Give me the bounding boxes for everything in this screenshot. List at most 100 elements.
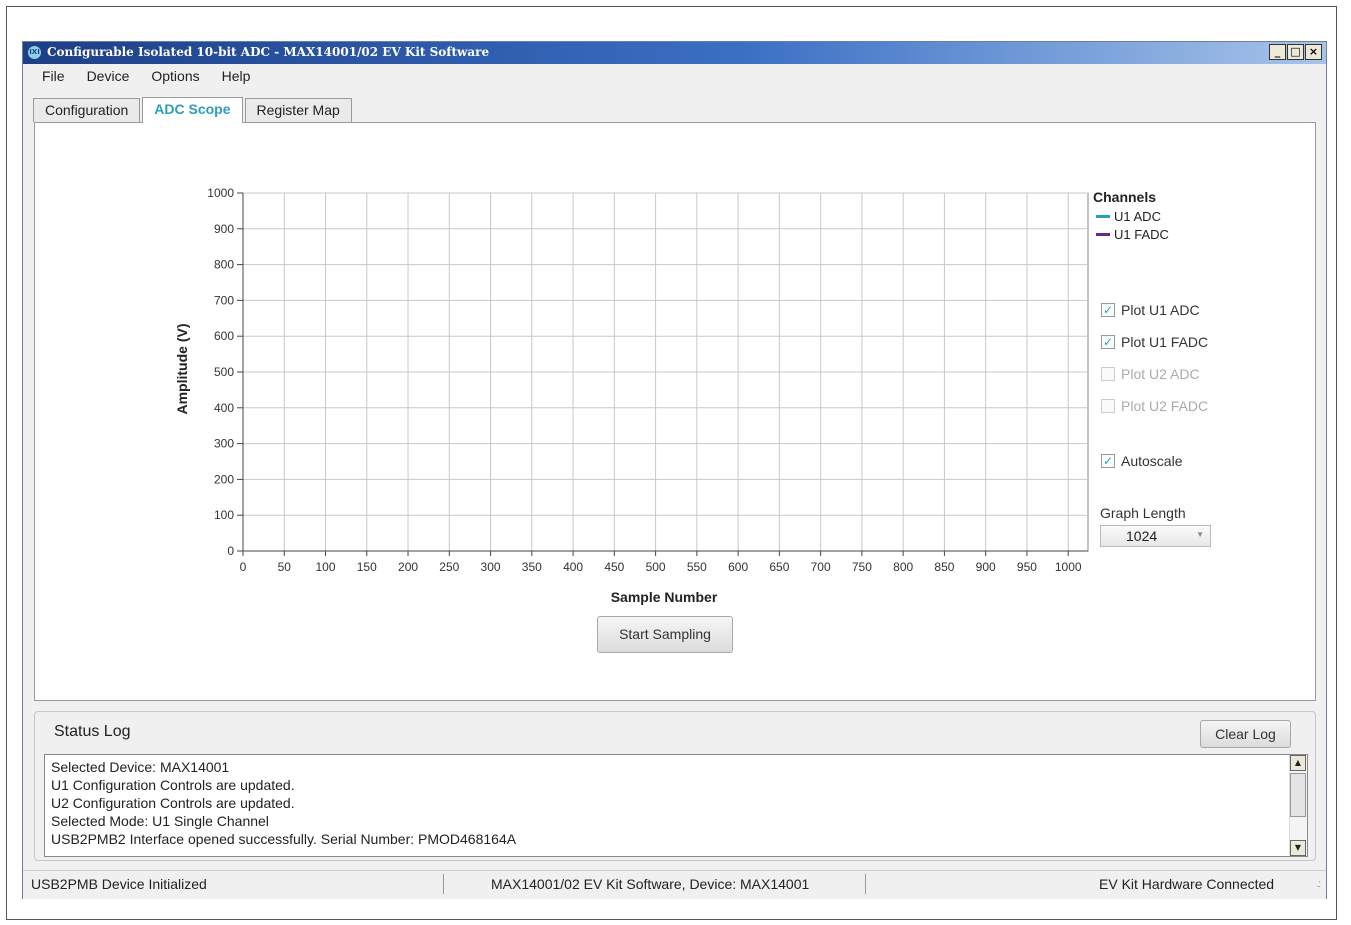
checkbox-label: Plot U1 FADC: [1121, 334, 1209, 350]
log-line: Selected Mode: U1 Single Channel: [51, 813, 269, 829]
menu-file[interactable]: File: [31, 64, 76, 88]
y-tick-label: 500: [214, 365, 234, 379]
log-line: USB2PMB2 Interface opened successfully. …: [51, 831, 517, 847]
plot-u1-fadc-checkbox[interactable]: ✓ Plot U1 FADC: [1101, 334, 1208, 350]
y-tick-label: 900: [214, 222, 234, 236]
x-tick-label: 1000: [1055, 560, 1082, 574]
x-tick-label: 400: [563, 560, 583, 574]
tab-register-map[interactable]: Register Map: [244, 98, 352, 122]
checkbox-box[interactable]: ✓: [1101, 454, 1115, 468]
legend-swatch: [1096, 215, 1110, 218]
x-tick-label: 450: [604, 560, 624, 574]
resize-grip-icon[interactable]: .:: [1316, 879, 1320, 890]
status-left: USB2PMB Device Initialized: [31, 876, 207, 892]
legend-item-u1-fadc: U1 FADC: [1096, 227, 1169, 242]
y-tick-label: 600: [214, 329, 234, 343]
x-tick-label: 950: [1017, 560, 1037, 574]
plot-u2-fadc-checkbox[interactable]: Plot U2 FADC: [1101, 398, 1208, 414]
checkbox-box[interactable]: [1101, 399, 1115, 413]
scroll-thumb[interactable]: [1290, 773, 1306, 817]
x-tick-label: 150: [357, 560, 377, 574]
tab-configuration[interactable]: Configuration: [33, 98, 141, 122]
clear-log-button[interactable]: Clear Log: [1200, 720, 1291, 748]
x-tick-label: 500: [646, 560, 666, 574]
graph-length-value: 1024: [1126, 528, 1158, 544]
x-tick-label: 600: [728, 560, 748, 574]
x-tick-label: 100: [316, 560, 336, 574]
y-tick-label: 800: [214, 258, 234, 272]
y-tick-label: 200: [214, 472, 234, 486]
status-bar: USB2PMB Device Initialized MAX14001/02 E…: [23, 870, 1326, 899]
x-tick-label: 300: [481, 560, 501, 574]
checkbox-box[interactable]: [1101, 367, 1115, 381]
log-lines: Selected Device: MAX14001 U1 Configurati…: [51, 758, 516, 848]
status-center: MAX14001/02 EV Kit Software, Device: MAX…: [491, 876, 810, 892]
plot-u2-adc-checkbox[interactable]: Plot U2 ADC: [1101, 366, 1200, 382]
x-tick-label: 200: [398, 560, 418, 574]
log-line: U2 Configuration Controls are updated.: [51, 795, 295, 811]
window-title: Configurable Isolated 10-bit ADC - MAX14…: [47, 45, 490, 59]
start-sampling-button[interactable]: Start Sampling: [597, 616, 733, 653]
x-tick-label: 50: [278, 560, 292, 574]
legend-item-u1-adc: U1 ADC: [1096, 209, 1161, 224]
app-window: IXI Configurable Isolated 10-bit ADC - M…: [22, 41, 1327, 899]
minimize-button[interactable]: _: [1269, 44, 1286, 60]
app-icon: IXI: [28, 46, 41, 59]
menu-bar: File Device Options Help: [23, 64, 1326, 88]
checkbox-label: Plot U2 FADC: [1121, 398, 1209, 414]
y-tick-label: 100: [214, 508, 234, 522]
log-scrollbar[interactable]: ▲ ▼: [1289, 755, 1307, 856]
legend-swatch: [1096, 233, 1110, 236]
menu-help[interactable]: Help: [211, 64, 262, 88]
x-tick-label: 650: [769, 560, 789, 574]
x-tick-label: 350: [522, 560, 542, 574]
graph-length-label: Graph Length: [1100, 505, 1186, 521]
status-separator: [443, 874, 444, 894]
scope-chart: 0 50 100 150 200 250 300 350 400 450 500 550 600 650 7…: [174, 186, 1089, 605]
x-tick-label: 700: [811, 560, 831, 574]
scroll-up-icon[interactable]: ▲: [1290, 755, 1306, 771]
log-line: Selected Device: MAX14001: [51, 759, 230, 775]
y-tick-label: 1000: [207, 186, 234, 200]
legend-label: U1 ADC: [1114, 209, 1161, 224]
y-tick-label: 0: [227, 544, 234, 558]
status-log-title: Status Log: [54, 723, 131, 740]
window-controls: _ □ ×: [1269, 44, 1322, 60]
x-tick-label: 750: [852, 560, 872, 574]
chevron-down-icon: ▼: [1196, 530, 1204, 539]
legend-label: U1 FADC: [1114, 227, 1169, 242]
x-axis-label: Sample Number: [611, 589, 718, 605]
y-tick-label: 400: [214, 401, 234, 415]
legend-title: Channels: [1093, 189, 1157, 205]
checkbox-label: Autoscale: [1121, 453, 1183, 469]
x-tick-label: 850: [934, 560, 954, 574]
graph-length-select[interactable]: 1024 ▼: [1100, 525, 1211, 547]
tab-strip: Configuration ADC Scope Register Map: [33, 97, 354, 123]
x-tick-label: 800: [893, 560, 913, 574]
x-tick-label: 250: [439, 560, 459, 574]
status-right: EV Kit Hardware Connected: [1099, 876, 1275, 892]
checkbox-box[interactable]: ✓: [1101, 303, 1115, 317]
x-tick-label: 550: [687, 560, 707, 574]
adc-scope-panel: 0 50 100 150 200 250 300 350 400 450 500 550 600 650 7…: [34, 122, 1316, 701]
menu-device[interactable]: Device: [76, 64, 141, 88]
maximize-button[interactable]: □: [1287, 44, 1304, 60]
plot-u1-adc-checkbox[interactable]: ✓ Plot U1 ADC: [1101, 302, 1200, 318]
checkbox-box[interactable]: ✓: [1101, 335, 1115, 349]
menu-options[interactable]: Options: [140, 64, 210, 88]
chart-grid: [242, 192, 1089, 552]
checkbox-label: Plot U1 ADC: [1121, 302, 1200, 318]
status-log-textbox[interactable]: Selected Device: MAX14001 U1 Configurati…: [44, 754, 1308, 857]
scroll-down-icon[interactable]: ▼: [1290, 840, 1306, 856]
log-line: U1 Configuration Controls are updated.: [51, 777, 295, 793]
tab-adc-scope[interactable]: ADC Scope: [142, 97, 243, 123]
checkbox-label: Plot U2 ADC: [1121, 366, 1200, 382]
y-axis-label: Amplitude (V): [174, 324, 190, 415]
autoscale-checkbox[interactable]: ✓ Autoscale: [1101, 453, 1182, 469]
close-button[interactable]: ×: [1305, 44, 1322, 60]
status-separator: [865, 874, 866, 894]
y-tick-label: 300: [214, 437, 234, 451]
x-tick-label: 900: [976, 560, 996, 574]
y-tick-label: 700: [214, 293, 234, 307]
title-bar[interactable]: IXI Configurable Isolated 10-bit ADC - M…: [23, 42, 1326, 64]
